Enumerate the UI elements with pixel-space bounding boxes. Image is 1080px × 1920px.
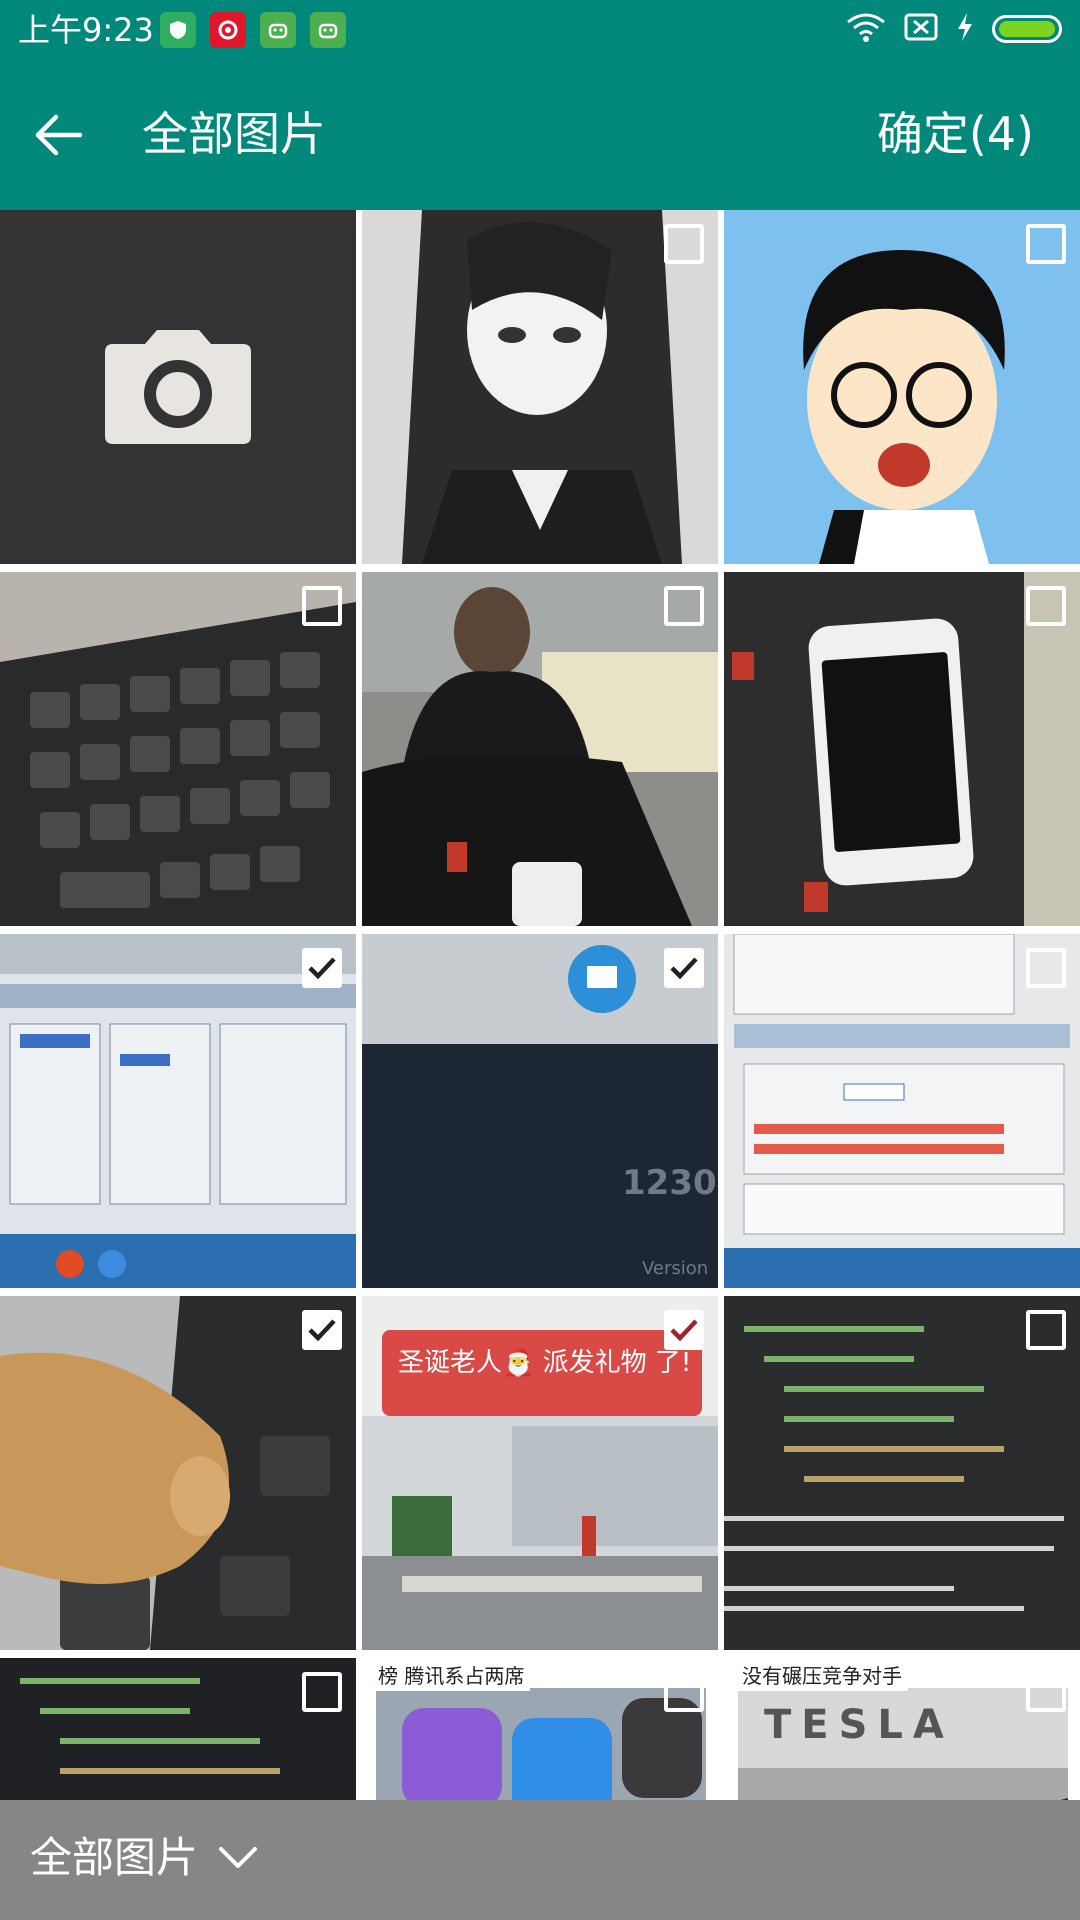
photo-tile[interactable]: [0, 1296, 356, 1650]
select-checkbox[interactable]: [664, 1672, 704, 1712]
photo-tile[interactable]: 榜 腾讯系占两席: [362, 1658, 718, 1800]
arrow-left-icon: [35, 114, 83, 156]
notification-icons: [160, 12, 346, 48]
photo-tile[interactable]: [724, 210, 1080, 564]
photo-tile[interactable]: [0, 1658, 356, 1800]
select-checkbox[interactable]: [664, 224, 704, 264]
photo-tile[interactable]: [362, 210, 718, 564]
photo-tile[interactable]: 12306 Version: [362, 934, 718, 1288]
photo-tile[interactable]: [724, 934, 1080, 1288]
android-app-icon: [260, 12, 296, 48]
select-checkbox-checked[interactable]: [302, 1310, 342, 1350]
camera-icon: [105, 330, 251, 444]
system-icons: [846, 12, 1062, 46]
folder-label: 全部图片: [30, 1833, 199, 1882]
ticket-12306-text: 12306: [622, 1163, 718, 1203]
status-bar: 上午9:23: [0, 0, 1080, 60]
select-checkbox[interactable]: [664, 586, 704, 626]
android-app-icon: [310, 12, 346, 48]
camera-tile[interactable]: [0, 210, 356, 564]
select-checkbox-checked[interactable]: [302, 948, 342, 988]
page-title: 全部图片: [142, 107, 326, 161]
select-checkbox[interactable]: [1026, 1672, 1066, 1712]
photo-grid: 12306 Version: [0, 210, 1080, 1800]
select-checkbox[interactable]: [1026, 224, 1066, 264]
folder-selector[interactable]: 全部图片: [30, 1828, 258, 1888]
version-label: Version: [642, 1258, 708, 1279]
app-bar: 全部图片 确定(4): [0, 60, 1080, 210]
checkmark-icon: [670, 1319, 698, 1342]
tesla-word: TESLA: [764, 1702, 954, 1748]
no-sim-icon: [904, 12, 938, 46]
select-checkbox-checked[interactable]: [664, 1310, 704, 1350]
back-button[interactable]: [24, 100, 94, 170]
status-time: 上午9:23: [18, 11, 154, 49]
photo-tile[interactable]: TESLA 没有碾压竞争对手: [724, 1658, 1080, 1800]
checkmark-icon: [308, 957, 336, 980]
christmas-banner-text: 圣诞老人🎅 派发礼物 了!: [398, 1348, 692, 1378]
netease-music-icon: [210, 12, 246, 48]
checkmark-icon: [670, 957, 698, 980]
wifi-icon: [846, 12, 886, 46]
select-checkbox[interactable]: [1026, 1310, 1066, 1350]
select-checkbox[interactable]: [302, 1672, 342, 1712]
chevron-down-icon: [219, 1847, 258, 1868]
photo-tile[interactable]: [362, 572, 718, 926]
select-checkbox-checked[interactable]: [664, 948, 704, 988]
select-checkbox[interactable]: [1026, 586, 1066, 626]
shield-app-icon: [160, 12, 196, 48]
photo-tile[interactable]: 圣诞老人🎅 派发礼物 了!: [362, 1296, 718, 1650]
tencent-caption: 榜 腾讯系占两席: [372, 1658, 531, 1691]
photo-tile[interactable]: [724, 572, 1080, 926]
confirm-button[interactable]: 确定(4): [877, 104, 1034, 164]
photo-tile[interactable]: [724, 1296, 1080, 1650]
select-checkbox[interactable]: [302, 586, 342, 626]
bottom-bar: 全部图片: [0, 1800, 1080, 1920]
tesla-caption: 没有碾压竞争对手: [736, 1658, 908, 1691]
select-checkbox[interactable]: [1026, 948, 1066, 988]
checkmark-icon: [308, 1319, 336, 1342]
photo-tile[interactable]: [0, 934, 356, 1288]
charging-icon: [956, 12, 974, 46]
photo-tile[interactable]: [0, 572, 356, 926]
battery-icon: [992, 15, 1062, 43]
